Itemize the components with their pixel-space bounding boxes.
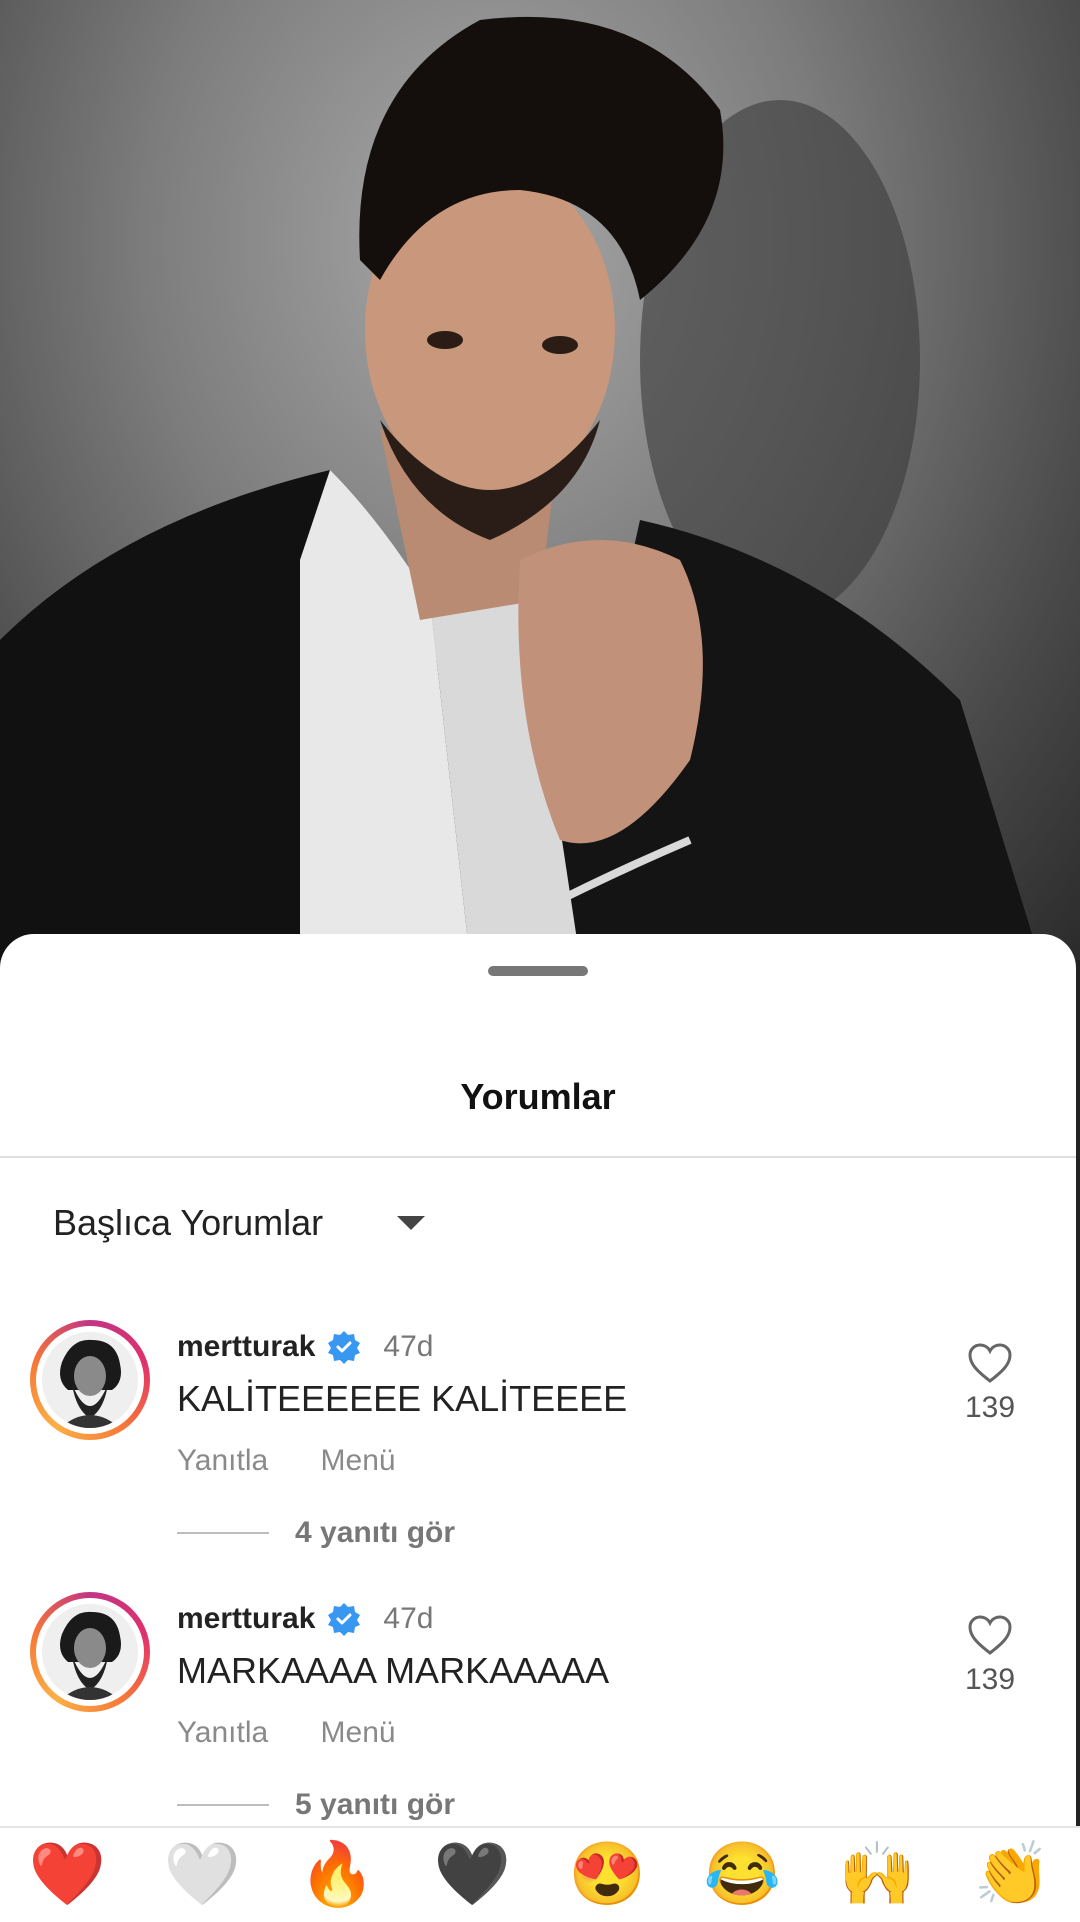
- replies-line: [177, 1804, 269, 1806]
- like-count: 139: [964, 1391, 1016, 1424]
- heart-outline-icon: [968, 1615, 1012, 1655]
- emoji-clapping[interactable]: 👏: [974, 1844, 1051, 1906]
- emoji-red-heart[interactable]: ❤️: [29, 1844, 106, 1906]
- like-count: 139: [964, 1663, 1016, 1696]
- emoji-fire[interactable]: 🔥: [299, 1844, 376, 1906]
- emoji-white-heart[interactable]: 🤍: [164, 1844, 241, 1906]
- emoji-heart-eyes[interactable]: 😍: [569, 1844, 646, 1906]
- view-replies-button[interactable]: 5 yanıtı gör: [177, 1788, 455, 1822]
- heart-outline-icon: [968, 1343, 1012, 1383]
- view-replies-label: 5 yanıtı gör: [295, 1788, 456, 1821]
- menu-button[interactable]: Menü: [321, 1444, 396, 1477]
- emoji-black-heart[interactable]: 🖤: [434, 1844, 511, 1906]
- avatar-image: [42, 1332, 138, 1428]
- divider: [0, 1156, 1076, 1158]
- like-button[interactable]: 139: [960, 1614, 1020, 1697]
- comment-text: KALİTEEEEEE KALİTEEEE: [177, 1378, 628, 1419]
- reply-button[interactable]: Yanıtla: [177, 1716, 268, 1749]
- sheet-title: Yorumlar: [460, 1076, 616, 1117]
- view-replies-label: 4 yanıtı gör: [295, 1516, 456, 1549]
- emoji-reaction-bar: ❤️ 🤍 🔥 🖤 😍 😂 🙌 👏: [0, 1826, 1080, 1922]
- emoji-raising-hands[interactable]: 🙌: [839, 1844, 916, 1906]
- sort-label: Başlıca Yorumlar: [53, 1202, 324, 1243]
- drag-handle[interactable]: [488, 966, 588, 976]
- verified-badge-icon: [328, 1603, 361, 1636]
- username[interactable]: mertturak: [177, 1602, 315, 1636]
- sort-dropdown[interactable]: Başlıca Yorumlar: [53, 1202, 426, 1244]
- comments-sheet: Yorumlar Başlıca Yorumlar mertturak 47d …: [0, 934, 1076, 1920]
- emoji-tears-of-joy[interactable]: 😂: [704, 1844, 781, 1906]
- like-button[interactable]: 139: [960, 1342, 1020, 1425]
- avatar[interactable]: [30, 1592, 150, 1712]
- comment-time: 47d: [383, 1330, 434, 1363]
- avatar[interactable]: [30, 1320, 150, 1440]
- username[interactable]: mertturak: [177, 1330, 315, 1364]
- comment-time: 47d: [383, 1602, 434, 1635]
- post-photo: [0, 0, 1080, 960]
- menu-button[interactable]: Menü: [321, 1716, 396, 1749]
- caret-down-icon: [397, 1216, 426, 1230]
- comment-item: mertturak 47d KALİTEEEEEE KALİTEEEE Yanı…: [0, 1320, 1076, 1580]
- comment-text: MARKAAAA MARKAAAAA: [177, 1650, 610, 1691]
- replies-line: [177, 1532, 269, 1534]
- avatar-image: [42, 1604, 138, 1700]
- comment-item: mertturak 47d MARKAAAA MARKAAAAA Yanıtla…: [0, 1592, 1076, 1852]
- view-replies-button[interactable]: 4 yanıtı gör: [177, 1516, 455, 1550]
- verified-badge-icon: [328, 1331, 361, 1364]
- reply-button[interactable]: Yanıtla: [177, 1444, 268, 1477]
